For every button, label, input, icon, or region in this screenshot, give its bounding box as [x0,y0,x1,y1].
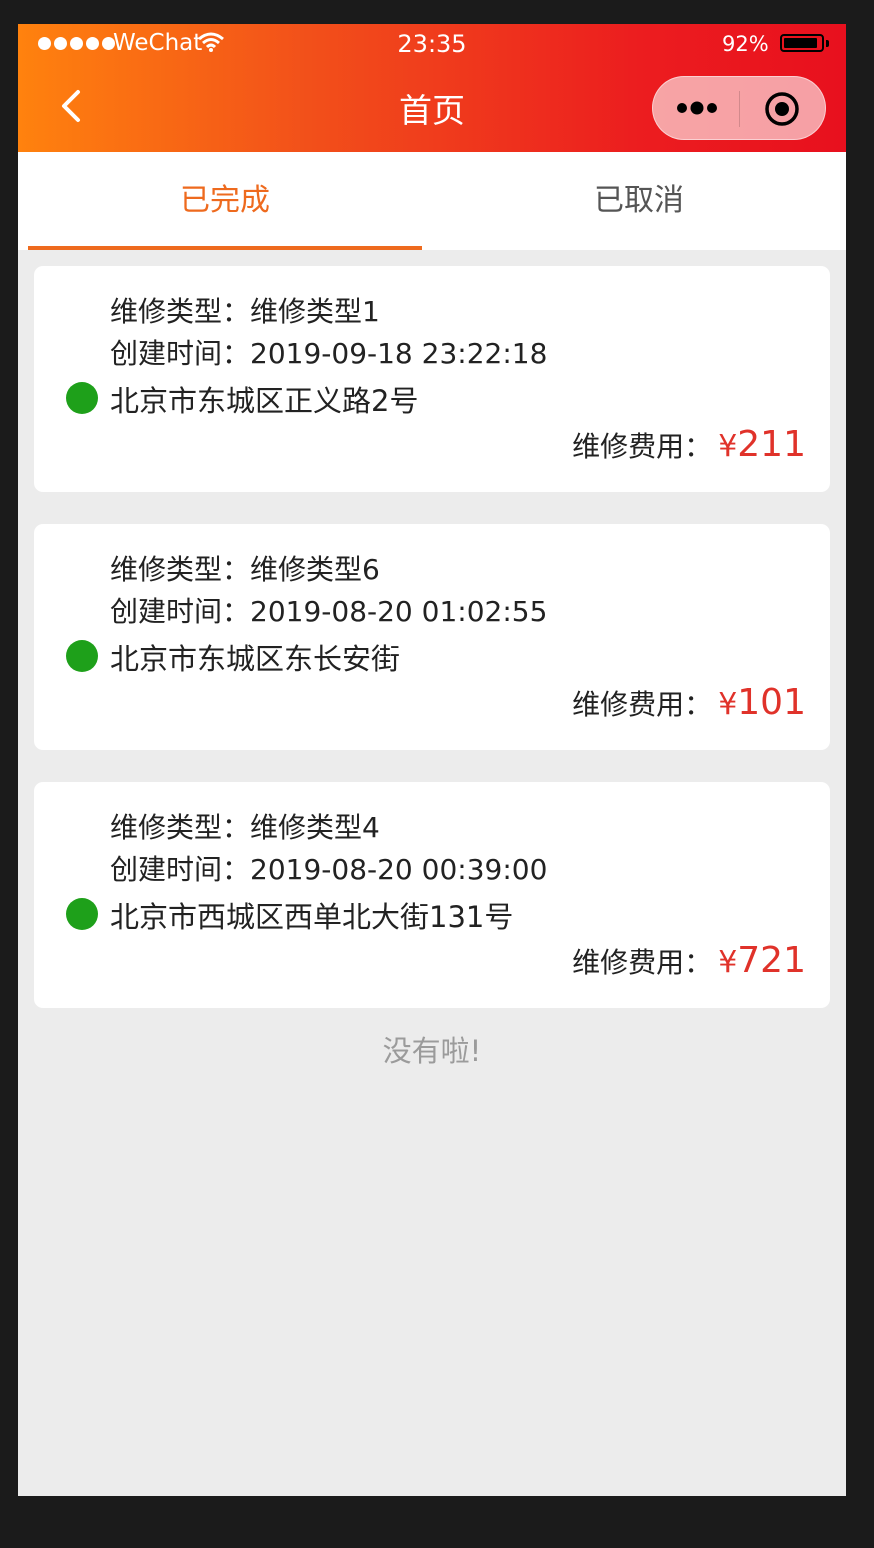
fee-amount: ¥721 [718,940,806,981]
fee-label: 维修费用： [572,688,713,721]
mini-program-capsule [652,76,826,140]
repair-fee: 维修费用： ¥721 [572,940,806,981]
created-time: 创建时间：2019-08-20 01:02:55 [110,595,548,628]
phone-screen: WeChat 23:35 92% 首页 已完成 已取消 维修类型：维修类型1 创… [18,24,846,1496]
order-address: 北京市东城区正义路2号 [110,384,419,418]
target-circle-icon[interactable] [763,90,801,128]
repair-type: 维修类型：维修类型6 [110,553,380,586]
order-card[interactable]: 维修类型：维修类型6 创建时间：2019-08-20 01:02:55 北京市东… [34,524,830,750]
end-of-list-note: 没有啦! [382,1034,482,1068]
battery-icon [780,34,824,52]
order-card[interactable]: 维修类型：维修类型1 创建时间：2019-09-18 23:22:18 北京市东… [34,266,830,492]
green-dot-icon [66,382,98,414]
fee-amount: ¥211 [718,424,806,465]
tab-completed[interactable]: 已完成 [28,152,422,250]
order-card[interactable]: 维修类型：维修类型4 创建时间：2019-08-20 00:39:00 北京市西… [34,782,830,1008]
order-address: 北京市东城区东长安街 [110,642,401,676]
repair-type: 维修类型：维修类型4 [110,811,380,844]
repair-type: 维修类型：维修类型1 [110,295,380,328]
status-bar: WeChat 23:35 92% [18,24,846,64]
app-header: WeChat 23:35 92% 首页 [18,24,846,152]
tab-cancelled[interactable]: 已取消 [442,152,836,250]
fee-amount: ¥101 [718,682,806,723]
green-dot-icon [66,898,98,930]
fee-label: 维修费用： [572,430,713,463]
created-time: 创建时间：2019-08-20 00:39:00 [110,853,548,886]
battery-percent: 92% [722,32,769,56]
battery-cap [826,40,829,47]
capsule-divider [739,91,740,127]
tab-bar: 已完成 已取消 [18,152,846,250]
green-dot-icon [66,640,98,672]
repair-fee: 维修费用： ¥211 [572,424,806,465]
created-time: 创建时间：2019-09-18 23:22:18 [110,337,548,370]
more-dots-icon[interactable] [675,95,719,121]
order-address: 北京市西城区西单北大街131号 [110,900,514,934]
repair-fee: 维修费用： ¥101 [572,682,806,723]
fee-label: 维修费用： [572,946,713,979]
